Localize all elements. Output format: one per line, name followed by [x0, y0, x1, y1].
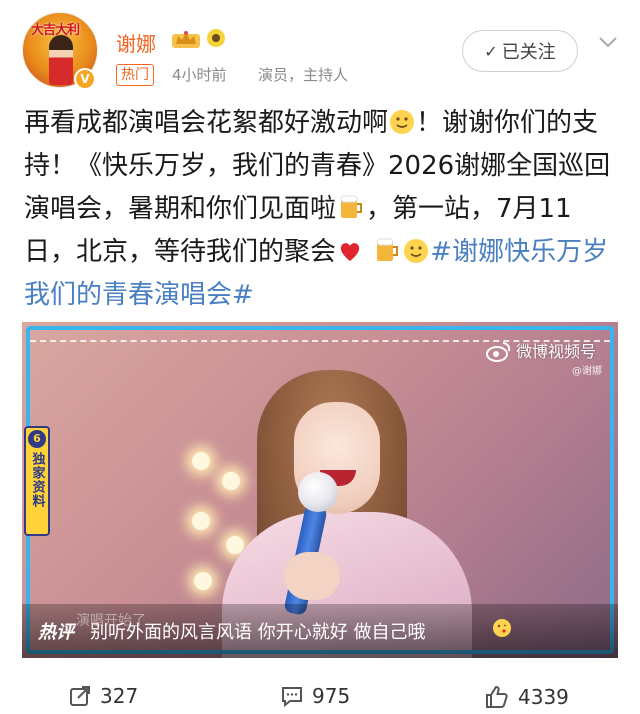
verified-icon: V — [74, 68, 96, 90]
comment-icon — [282, 687, 302, 708]
follow-button[interactable]: ✓ 已关注 — [462, 30, 578, 72]
sunflower-badge-icon[interactable] — [206, 28, 226, 48]
video-player[interactable]: 微博视频号 @谢娜 6 独家资料 演唱开始了 热评 别听外面的风言风语 你开心就… — [22, 322, 618, 658]
post-body: 再看成都演唱会花絮都好激动啊 ！谢谢你们的支持！《快乐万岁，我们的青春》2026谢… — [24, 102, 620, 317]
red-heart-emoji-icon — [340, 243, 360, 261]
thumbs-up-icon — [486, 685, 508, 708]
comment-button[interactable]: 975 — [280, 684, 350, 708]
share-button[interactable]: 327 — [68, 684, 138, 708]
like-count: 4339 — [518, 685, 569, 709]
watermark-title: 微博视频号 — [516, 342, 597, 361]
action-bar: 327 975 4339 — [0, 684, 640, 714]
smile-emoji-icon — [390, 110, 415, 134]
post-time: 4小时前 — [172, 66, 227, 84]
check-icon: ✓ — [484, 41, 498, 61]
avatar-figure — [49, 35, 73, 85]
share-count: 327 — [100, 684, 139, 708]
badge-text: 独家资料 — [29, 452, 45, 508]
share-icon — [70, 686, 90, 706]
author-name[interactable]: 谢娜 — [116, 28, 156, 57]
weibo-logo-icon — [486, 342, 511, 362]
watermark-handle: @谢娜 — [572, 366, 602, 377]
author-role: 演员，主持人 — [258, 66, 349, 84]
post-text-part1: 再看成都演唱会花絮都好激动啊 — [24, 108, 389, 138]
crown-badge-icon[interactable] — [170, 28, 202, 50]
hot-comment-label: 热评 — [38, 622, 74, 643]
smile-emoji-icon — [404, 239, 429, 263]
exclusive-badge: 6 独家资料 — [24, 426, 50, 536]
badge-number: 6 — [28, 430, 46, 448]
beer-emoji-icon — [340, 195, 363, 218]
like-button[interactable]: 4339 — [484, 684, 569, 710]
kiss-emoji-icon — [493, 619, 511, 637]
follow-button-label: 已关注 — [501, 42, 556, 63]
beer-emoji-icon — [376, 238, 399, 261]
hot-comment-text[interactable]: 别听外面的风言风语 你开心就好 做自己哦 — [90, 618, 425, 644]
hot-badge: 热门 — [116, 64, 154, 86]
post-header: 大吉大利 V 谢娜 热门 4小时前 演员，主持人 ✓ 已关注 — [0, 0, 640, 100]
comment-count: 975 — [312, 684, 351, 708]
chevron-down-icon[interactable] — [596, 30, 620, 54]
